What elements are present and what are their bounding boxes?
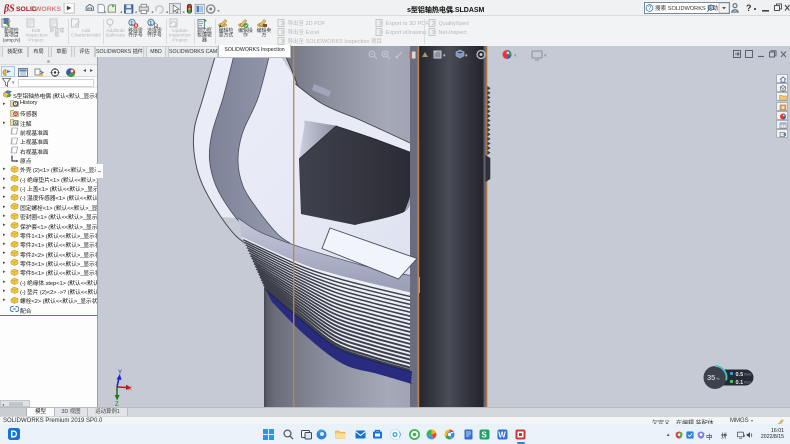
svg-text:?: ? (746, 3, 752, 13)
svg-text:▾: ▾ (544, 53, 547, 59)
svg-text:A: A (14, 120, 17, 125)
svg-text:KB/s: KB/s (744, 381, 752, 385)
svg-text:▾: ▾ (487, 53, 490, 59)
svg-text:W: W (498, 431, 506, 440)
svg-text:▾: ▾ (443, 53, 446, 59)
svg-text:WORKS: WORKS (35, 6, 62, 13)
svg-text:KB/s: KB/s (744, 373, 752, 377)
svg-text:0.1: 0.1 (736, 380, 744, 386)
svg-text:▾: ▾ (465, 53, 468, 59)
svg-text:βS: βS (4, 4, 15, 15)
svg-text:X: X (128, 387, 132, 393)
svg-text:?: ? (648, 6, 652, 12)
svg-text:Y: Y (118, 370, 122, 376)
svg-text:1: 1 (130, 21, 133, 27)
svg-text:SOLID: SOLID (16, 6, 37, 13)
svg-text:35: 35 (707, 373, 715, 382)
svg-text:%: % (716, 376, 720, 381)
svg-text:S: S (482, 431, 488, 440)
svg-text:0.5: 0.5 (736, 372, 744, 378)
svg-text:▾: ▾ (514, 53, 517, 59)
svg-text:1: 1 (149, 21, 152, 27)
